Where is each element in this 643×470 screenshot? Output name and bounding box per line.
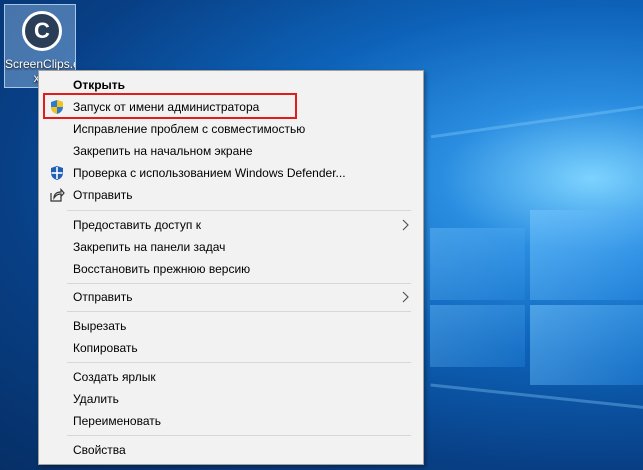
- menu-item-create-shortcut[interactable]: Создать ярлык: [39, 366, 423, 388]
- menu-item-label: Отправить: [73, 188, 133, 202]
- wallpaper-pane: [430, 305, 525, 367]
- defender-icon: [51, 166, 63, 180]
- menu-item-label: Проверка с использованием Windows Defend…: [73, 166, 346, 180]
- menu-item-pin-to-taskbar[interactable]: Закрепить на панели задач: [39, 236, 423, 258]
- menu-item-troubleshoot-compatibility[interactable]: Исправление проблем с совместимостью: [39, 118, 423, 140]
- menu-item-label: Отправить: [73, 290, 133, 304]
- menu-item-properties[interactable]: Свойства: [39, 439, 423, 461]
- menu-item-label: Свойства: [73, 443, 126, 457]
- menu-item-send-to[interactable]: Отправить: [39, 286, 423, 308]
- menu-item-label: Создать ярлык: [73, 370, 156, 384]
- wallpaper-pane: [530, 210, 643, 300]
- wallpaper-pane: [430, 228, 525, 300]
- screenclips-app-icon: C: [22, 11, 62, 51]
- menu-separator: [67, 283, 411, 284]
- menu-separator: [67, 311, 411, 312]
- menu-item-label: Исправление проблем с совместимостью: [73, 122, 306, 136]
- menu-separator: [67, 362, 411, 363]
- menu-item-label: Удалить: [73, 392, 119, 406]
- menu-item-share[interactable]: Отправить: [39, 184, 423, 206]
- menu-item-label: Закрепить на панели задач: [73, 240, 226, 254]
- menu-item-copy[interactable]: Копировать: [39, 337, 423, 359]
- app-logo-glyph: C: [34, 18, 50, 43]
- menu-item-scan-defender[interactable]: Проверка с использованием Windows Defend…: [39, 162, 423, 184]
- menu-item-label: Переименовать: [73, 414, 161, 428]
- wallpaper-beam: [430, 104, 643, 139]
- menu-item-label: Закрепить на начальном экране: [73, 144, 253, 158]
- chevron-right-icon: [402, 219, 409, 231]
- highlight-box: [43, 93, 297, 119]
- menu-item-label: Предоставить доступ к: [73, 218, 201, 232]
- menu-item-rename[interactable]: Переименовать: [39, 410, 423, 432]
- menu-item-cut[interactable]: Вырезать: [39, 315, 423, 337]
- context-menu: Открыть Запуск от имени администратора И…: [38, 70, 424, 465]
- menu-item-label: Восстановить прежнюю версию: [73, 262, 251, 276]
- menu-item-restore-previous-version[interactable]: Восстановить прежнюю версию: [39, 258, 423, 280]
- menu-item-delete[interactable]: Удалить: [39, 388, 423, 410]
- menu-item-label: Вырезать: [73, 319, 127, 333]
- desktop-icon-label: ScreenClips.e: [5, 57, 75, 71]
- menu-item-pin-to-start[interactable]: Закрепить на начальном экране: [39, 140, 423, 162]
- menu-separator: [67, 210, 411, 211]
- wallpaper-pane: [530, 305, 643, 385]
- menu-item-label: Копировать: [73, 341, 138, 355]
- chevron-right-icon: [402, 291, 409, 303]
- share-icon: [50, 187, 65, 202]
- wallpaper-beam: [430, 383, 643, 410]
- menu-separator: [67, 435, 411, 436]
- menu-item-give-access[interactable]: Предоставить доступ к: [39, 214, 423, 236]
